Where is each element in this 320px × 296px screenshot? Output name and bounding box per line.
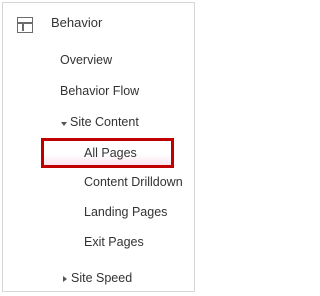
- layout-icon: [17, 17, 33, 33]
- section-title: Behavior: [51, 15, 103, 30]
- nav-item-site-content[interactable]: Site Content: [70, 115, 139, 129]
- nav-item-content-drilldown[interactable]: Content Drilldown: [84, 175, 183, 189]
- behavior-nav-panel: Behavior Overview Behavior Flow Site Con…: [2, 2, 195, 292]
- nav-item-behavior-flow[interactable]: Behavior Flow: [60, 84, 139, 98]
- nav-item-landing-pages[interactable]: Landing Pages: [84, 205, 167, 219]
- nav-item-overview[interactable]: Overview: [60, 53, 112, 67]
- nav-item-site-speed[interactable]: Site Speed: [71, 271, 132, 285]
- behavior-section-header[interactable]: Behavior: [3, 3, 194, 43]
- caret-right-icon[interactable]: [63, 276, 67, 282]
- nav-item-exit-pages[interactable]: Exit Pages: [84, 235, 144, 249]
- nav-item-all-pages[interactable]: All Pages: [84, 146, 137, 160]
- caret-down-icon[interactable]: [61, 122, 67, 126]
